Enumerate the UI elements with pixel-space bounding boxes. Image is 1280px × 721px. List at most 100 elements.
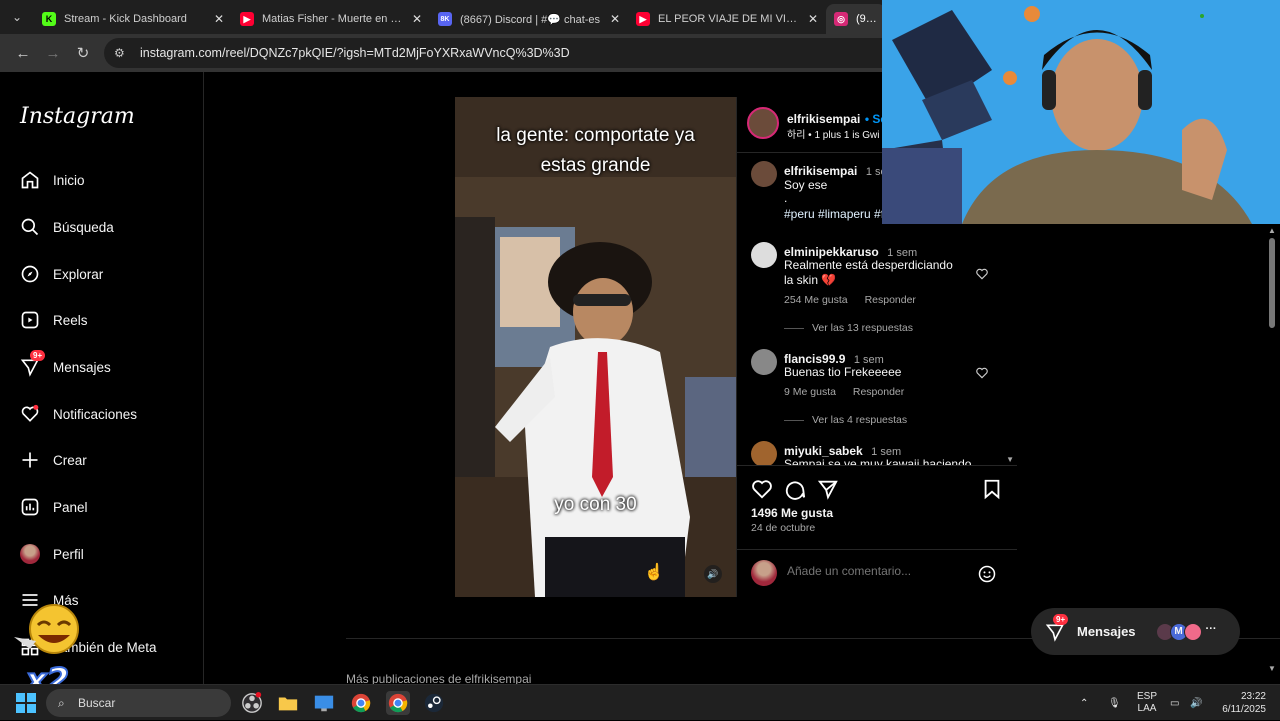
- author-avatar[interactable]: [747, 107, 779, 139]
- view-replies-button[interactable]: Ver las 4 respuestas: [784, 414, 907, 426]
- comment-username[interactable]: flancis99.9: [784, 352, 845, 366]
- scroll-up-icon[interactable]: ▲: [1268, 226, 1276, 235]
- commenter-avatar[interactable]: [751, 441, 777, 465]
- microphone-icon[interactable]: 🎙: [1108, 685, 1121, 721]
- comment-like-count[interactable]: 9 Me gusta: [784, 386, 836, 398]
- author-avatar[interactable]: [751, 161, 777, 187]
- hand-cursor-icon: ☝: [644, 564, 664, 581]
- forward-arrow-icon[interactable]: →: [38, 38, 68, 68]
- messages-badge: 9+: [30, 350, 46, 361]
- comment-text: Soy ese: [784, 178, 828, 192]
- kick-favicon-icon: K: [42, 12, 56, 26]
- sidebar-item-label: Explorar: [53, 266, 104, 282]
- system-clock[interactable]: 23:22 6/11/2025: [1216, 685, 1266, 721]
- file-explorer-icon[interactable]: [276, 691, 300, 715]
- sidebar-item-notificaciones[interactable]: Notificaciones: [18, 402, 137, 426]
- sidebar-item-label: Inicio: [53, 172, 85, 188]
- emoji-icon[interactable]: [977, 564, 997, 584]
- close-tab-icon[interactable]: ✕: [412, 12, 422, 26]
- chrome-active-icon[interactable]: [386, 691, 410, 715]
- tab-search-chevron-icon[interactable]: ⌄: [0, 0, 34, 34]
- webcam-overlay: [882, 0, 1280, 224]
- reel-video[interactable]: la gente: comportate ya estas grande yo …: [455, 97, 736, 597]
- view-replies-label: Ver las 13 respuestas: [812, 322, 913, 334]
- compass-icon: [18, 262, 42, 286]
- comment-hashtags[interactable]: #peru #limaperu #f: [784, 207, 884, 221]
- network-icon[interactable]: ▭: [1170, 685, 1179, 721]
- commenter-avatar[interactable]: [751, 242, 777, 268]
- sidebar-item-label: Notificaciones: [53, 406, 138, 422]
- obs-app-icon[interactable]: [240, 691, 264, 715]
- comment-bubble-icon[interactable]: [784, 478, 806, 500]
- search-icon: ⌕: [58, 695, 65, 710]
- sidebar-item-mensajes[interactable]: 9+ Mensajes: [18, 350, 111, 379]
- comment-username[interactable]: elminipekkaruso: [784, 245, 879, 259]
- messages-floating-button[interactable]: 9+ Mensajes M ···: [1031, 608, 1240, 655]
- clock-time: 23:22: [1240, 691, 1266, 702]
- taskbar-search-box[interactable]: ⌕ Buscar: [46, 689, 231, 717]
- tab-youtube-viaje[interactable]: ▶ EL PEOR VIAJE DE MI VIDA | RV ✕: [628, 4, 826, 34]
- close-tab-icon[interactable]: ✕: [610, 12, 620, 26]
- instagram-logo[interactable]: Instagram: [20, 104, 135, 129]
- tab-discord[interactable]: 8K (8667) Discord | #💬 chat-es ✕: [430, 4, 628, 34]
- comment-text: Sempai se ve muy kawaii haciendo: [784, 457, 972, 465]
- commenter-avatar[interactable]: [751, 349, 777, 375]
- comment-username[interactable]: elfrikisempai: [784, 164, 857, 178]
- view-replies-label: Ver las 4 respuestas: [812, 414, 908, 426]
- bookmark-icon[interactable]: [981, 478, 1003, 500]
- keyboard-layout-code: LAA: [1137, 703, 1157, 714]
- tab-kick[interactable]: K Stream - Kick Dashboard ✕: [34, 4, 232, 34]
- close-tab-icon[interactable]: ✕: [214, 12, 224, 26]
- tab-instagram[interactable]: ◎ (9) Inst: [826, 4, 886, 34]
- monitor-app-icon[interactable]: [312, 691, 336, 715]
- close-tab-icon[interactable]: ✕: [808, 12, 818, 26]
- volume-icon[interactable]: 🔊: [1190, 685, 1202, 721]
- sidebar-item-inicio[interactable]: Inicio: [18, 168, 85, 192]
- share-icon[interactable]: [817, 478, 839, 500]
- comment-text: Realmente está desperdiciando la skin 💔: [784, 258, 953, 287]
- audio-track[interactable]: 하리 • 1 plus 1 is Gwi: [787, 126, 879, 141]
- site-info-icon[interactable]: ⚙: [114, 46, 130, 60]
- steam-icon[interactable]: [422, 691, 446, 715]
- sidebar-item-label: Crear: [53, 452, 87, 468]
- reels-icon: [18, 308, 42, 332]
- input-language-indicator[interactable]: ESP LAA: [1137, 685, 1157, 721]
- comment-like-count[interactable]: 254 Me gusta: [784, 294, 848, 306]
- view-replies-button[interactable]: Ver las 13 respuestas: [784, 322, 913, 334]
- scrollbar-thumb[interactable]: [1269, 238, 1275, 328]
- youtube-favicon-icon: ▶: [636, 12, 650, 26]
- sidebar-item-crear[interactable]: Crear: [18, 448, 87, 472]
- sidebar-item-perfil[interactable]: Perfil: [18, 542, 84, 566]
- tab-youtube-matias[interactable]: ▶ Matias Fisher - Muerte en Hallo ✕: [232, 4, 430, 34]
- sidebar-item-busqueda[interactable]: Búsqueda: [18, 215, 114, 239]
- comments-scroll-down-icon[interactable]: ▼: [1006, 455, 1014, 464]
- page-scrollbar[interactable]: ▲ ▼: [1268, 226, 1276, 676]
- comment-like-heart-icon[interactable]: [975, 366, 989, 380]
- chrome-icon[interactable]: [349, 691, 373, 715]
- sidebar-item-explorar[interactable]: Explorar: [18, 262, 103, 286]
- add-comment-input[interactable]: [787, 564, 967, 578]
- back-arrow-icon[interactable]: ←: [8, 38, 38, 68]
- scroll-down-icon[interactable]: ▼: [1268, 664, 1276, 673]
- author-username[interactable]: elfrikisempai: [787, 112, 860, 126]
- reload-icon[interactable]: ↻: [68, 38, 98, 68]
- comment-like-heart-icon[interactable]: [975, 267, 989, 281]
- mute-toggle-icon[interactable]: 🔊: [704, 565, 722, 583]
- windows-start-icon[interactable]: [16, 693, 36, 713]
- webcam-scene-graphic: [882, 0, 1280, 224]
- sidebar-item-reels[interactable]: Reels: [18, 308, 88, 332]
- reply-button[interactable]: Responder: [865, 294, 916, 306]
- sidebar-item-panel[interactable]: Panel: [18, 495, 88, 519]
- heart-icon: [18, 402, 42, 426]
- post-actions: [751, 478, 1003, 502]
- like-heart-icon[interactable]: [751, 478, 773, 500]
- sidebar-item-label: Panel: [53, 499, 88, 515]
- tab-title: (8667) Discord | #💬 chat-es: [460, 13, 601, 26]
- comment-username[interactable]: miyuki_sabek: [784, 444, 863, 458]
- reply-button[interactable]: Responder: [853, 386, 904, 398]
- profile-avatar: [18, 542, 42, 566]
- taskbar-search-label: Buscar: [78, 696, 116, 710]
- show-hidden-icons-chevron[interactable]: ⌃: [1080, 685, 1088, 721]
- like-count[interactable]: 1496 Me gusta: [751, 506, 833, 520]
- messenger-icon: 9+: [1045, 613, 1069, 642]
